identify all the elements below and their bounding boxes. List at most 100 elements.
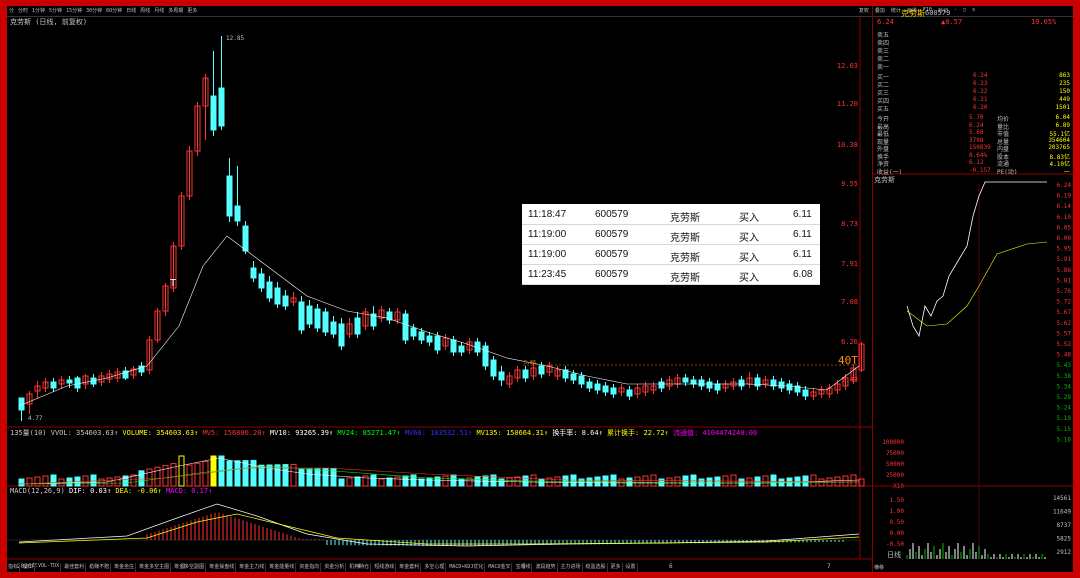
candle-body: [274, 287, 281, 305]
indicator-tab[interactable]: 指标: [7, 563, 21, 572]
indicator-tab[interactable]: 稳盈选股: [585, 563, 608, 572]
indicator-tab[interactable]: 筹金多空副图: [173, 563, 207, 572]
stat-value: 203765: [1048, 144, 1070, 151]
buy-level-row[interactable]: 买一 6.24 863: [873, 72, 1073, 81]
timeframe-tab[interactable]: 分: [9, 7, 14, 14]
indicator-tab[interactable]: 宝塔线: [514, 563, 533, 572]
volume-bar: [506, 477, 513, 487]
tick-price: 6.11: [793, 249, 812, 260]
sell-level-row[interactable]: 卖二: [873, 54, 1073, 63]
tick-name: 克劳斯: [670, 253, 700, 264]
indicator-tab[interactable]: MACD+KDJ优化: [448, 563, 486, 572]
indicator-tab[interactable]: 最佳套利: [63, 563, 87, 572]
stock-code: 600579: [925, 9, 951, 17]
timeframe-tab[interactable]: 5分钟: [49, 7, 62, 14]
indicator-tab[interactable]: 多空心理: [423, 563, 447, 572]
tick-row[interactable]: 11:23:45 600579 克劳斯 买入 6.08: [522, 264, 820, 285]
indicator-tab[interactable]: 短线游戏: [373, 563, 397, 572]
indicator-tab[interactable]: 波段趋势: [534, 563, 558, 572]
price-axis-label: 11.20: [837, 100, 858, 108]
timeframe-tab[interactable]: 60分钟: [106, 7, 122, 14]
timeframe-tab[interactable]: 1分钟: [32, 7, 45, 14]
level-volume: 1501: [1055, 104, 1070, 111]
buy-level-row[interactable]: 买四 6.21 449: [873, 96, 1073, 105]
volume-indicator-name: 135量(10): [10, 429, 47, 437]
volume-bar: [50, 474, 57, 487]
quote-header: 克劳斯 600579: [873, 7, 1073, 18]
indicator-tab[interactable]: 筹金坐庄: [113, 563, 137, 572]
tick-code: 600579: [595, 209, 629, 220]
sell-level-row[interactable]: 卖一: [873, 62, 1073, 71]
level-volume: 150: [1059, 88, 1070, 95]
candle-body: [410, 327, 417, 337]
indicator-tab[interactable]: 稳赚不赔: [88, 563, 112, 572]
timeframe-tab[interactable]: 周线: [140, 7, 150, 14]
amount-value: 流通值: 4104474240.00: [672, 429, 758, 437]
indicator-tab[interactable]: 更多: [610, 563, 623, 572]
timeframe-tab[interactable]: 分时: [18, 7, 28, 14]
candle-body: [490, 359, 497, 377]
volume-bar: [242, 460, 249, 487]
sell-level-row[interactable]: 卖三: [873, 46, 1073, 55]
level-price: 6.21: [973, 96, 988, 103]
volume-bar: [690, 474, 697, 487]
volume-bar: [834, 476, 841, 487]
timeframe-tab[interactable]: 日线: [126, 7, 136, 14]
timeframe-tab[interactable]: 多周期: [168, 7, 183, 14]
candle-body: [586, 381, 593, 389]
sell-level-row[interactable]: 卖五: [873, 30, 1073, 39]
timeframe-tab[interactable]: 15分钟: [66, 7, 82, 14]
price-axis-label: 10.38: [837, 141, 858, 149]
indicator-tab[interactable]: 筹金主力线: [238, 563, 267, 572]
level-volume: 863: [1059, 72, 1070, 79]
indicator-tab[interactable]: 机构持仓: [348, 563, 372, 572]
indicator-tab[interactable]: MACD金叉: [487, 563, 513, 572]
indicator-tab[interactable]: 筹金操盘线: [208, 563, 237, 572]
sell-level-row[interactable]: 卖四: [873, 38, 1073, 47]
volume-bar: [378, 478, 385, 487]
candle-body: [418, 331, 425, 341]
buy-level-row[interactable]: 买二 6.23 235: [873, 80, 1073, 89]
stat-value: 6.04: [1055, 114, 1070, 121]
volume-bar: [746, 477, 753, 487]
indicator-tab[interactable]: 资金指向: [298, 563, 322, 572]
candle-body: [210, 95, 217, 131]
tick-row[interactable]: 11:19:00 600579 克劳斯 买入 6.11: [522, 224, 820, 245]
tick-row[interactable]: 11:18:47 600579 克劳斯 买入 6.11: [522, 204, 820, 225]
timeframe-tab[interactable]: 30分钟: [86, 7, 102, 14]
volume-bar: [618, 478, 625, 487]
macd-value: MACD: 0.17↑: [165, 487, 213, 495]
indicator-tab[interactable]: 筹金能量线: [268, 563, 297, 572]
indicator-tab[interactable]: 筹金套利: [398, 563, 422, 572]
indicator-tab[interactable]: 窗口: [22, 563, 36, 572]
price-label: 5.86: [524, 360, 536, 366]
candle-body: [74, 377, 81, 389]
candle-body: [218, 87, 225, 127]
candle-body: [626, 389, 633, 397]
indicator-tab[interactable]: 筹金多空主图: [138, 563, 172, 572]
indicator-tab[interactable]: 设置: [625, 563, 638, 572]
volume-bar: [154, 466, 161, 487]
candle-body: [690, 379, 697, 385]
candle-body: [338, 323, 345, 347]
candle-body: [354, 317, 361, 335]
volume-bar: [322, 468, 329, 487]
candle-body: [522, 369, 529, 379]
chart-tool-button[interactable]: 复权: [859, 7, 869, 14]
indicator-tab[interactable]: VOL-TDX: [37, 563, 62, 572]
timeframe-tab[interactable]: 更多: [187, 7, 197, 14]
tick-row[interactable]: 11:19:00 600579 克劳斯 买入 6.11: [522, 244, 820, 265]
mv5-value: MV5: 156806.20↑: [202, 429, 266, 437]
candle-body: [282, 295, 289, 307]
indicator-tab[interactable]: 资金分析: [323, 563, 347, 572]
tick-price: 6.11: [793, 229, 812, 240]
price-row: 6.24 ▲0.57 10.05%: [873, 18, 1073, 28]
tick-time: 11:19:00: [528, 229, 567, 240]
buy-level-row[interactable]: 买五 6.20 1501: [873, 104, 1073, 113]
stat-value: 6.12: [969, 159, 984, 166]
buy-level-row[interactable]: 买三 6.22 150: [873, 88, 1073, 97]
tick-code: 600579: [595, 229, 629, 240]
indicator-tab[interactable]: 主力进场: [560, 563, 583, 572]
stat-value: 一: [1063, 168, 1070, 176]
timeframe-tab[interactable]: 月线: [154, 7, 164, 14]
